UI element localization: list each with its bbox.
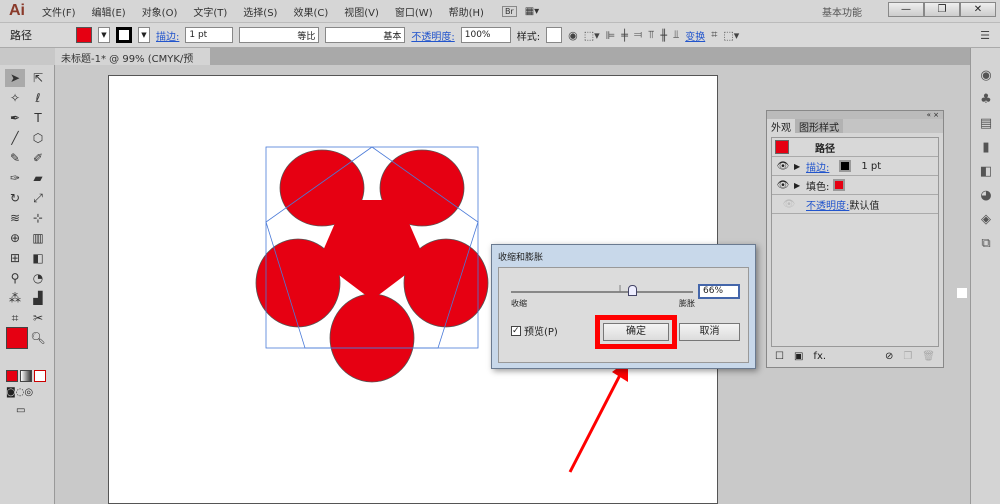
checkbox-check-icon[interactable]: ✓ [511, 325, 521, 336]
expand-icon[interactable]: ▶ [794, 181, 806, 190]
panel-footer: ☐ ▣ fx. ⊘ ❐ 🗑︎ [767, 351, 943, 362]
stroke-row-swatch[interactable] [839, 160, 852, 172]
tools-panel: ➤ ⇱ ✧ ℓ ✒ T ╱ ⬡ ✎ ✐ ✑ ▰ ↻ ⤢ ≋ ⊹ ⊕ ▥ ⊞ ◧ … [0, 65, 55, 504]
tab-appearance[interactable]: 外观 [767, 119, 795, 134]
tab-graphic-styles[interactable]: 图形样式 [795, 119, 843, 134]
appearance-panel: « × 外观 图形样式 路径 👁︎ ▶ 描边: 1 pt 👁︎ ▶ 填色: 👁︎ 不… [766, 110, 944, 368]
clear-appearance-icon[interactable]: ⊘ [885, 351, 893, 362]
color-mode-buttons [6, 370, 46, 382]
amount-input[interactable]: 66% [698, 284, 740, 299]
opacity-row-label[interactable]: 不透明度: [806, 197, 849, 212]
graph-tool-icon[interactable]: ▟ [28, 289, 48, 307]
scrollbar-thumb[interactable] [957, 288, 967, 298]
appearance-list: 路径 👁︎ ▶ 描边: 1 pt 👁︎ ▶ 填色: 👁︎ 不透明度: 默认值 [771, 137, 939, 347]
preview-label: 预览(P) [524, 327, 558, 338]
panel-dock: ◉ ♣ ▤ ▮ ◧ ◕ ◈ ⧉ [957, 48, 1000, 504]
eye-icon[interactable]: 👁︎ [772, 199, 806, 210]
eye-icon[interactable]: 👁︎ [772, 180, 794, 191]
ok-button[interactable]: 确定 [595, 315, 677, 349]
slider-center-tick: | [619, 285, 622, 292]
symbol-sprayer-icon[interactable]: ⁂ [5, 289, 25, 307]
none-button[interactable] [34, 370, 46, 382]
blend-tool-icon[interactable]: ◔ [28, 269, 48, 287]
add-fill-icon[interactable]: ▣ [794, 351, 803, 362]
fx-button[interactable]: fx. [813, 351, 826, 362]
eye-icon[interactable]: 👁︎ [772, 161, 794, 172]
lasso-icon[interactable]: ℓ [28, 89, 48, 107]
magic-wand-icon[interactable]: ✧ [5, 89, 25, 107]
bloat-label: 膨胀 [679, 299, 695, 308]
color-button[interactable] [6, 370, 18, 382]
pucker-bloat-dialog: 收缩和膨胀 | 66% 收缩 膨胀 ✓ 预览(P) 确定 取消 [491, 244, 756, 369]
stroke-row-value: 1 pt [861, 160, 882, 172]
eyedropper-icon[interactable]: ⚲ [5, 269, 25, 287]
screen-mode-icon[interactable]: ▭ [16, 405, 25, 416]
line-tool-icon[interactable]: ╱ [5, 129, 25, 147]
pen-tool-icon[interactable]: ✒ [5, 109, 25, 127]
stroke-row[interactable]: 👁︎ ▶ 描边: 1 pt [772, 157, 938, 176]
preview-checkbox[interactable]: ✓ 预览(P) [511, 323, 558, 338]
gradient-button[interactable] [20, 370, 32, 382]
fill-row-swatch[interactable] [833, 179, 846, 191]
dock-icons[interactable]: ◉ ♣ ▤ ▮ ◧ ◕ ◈ ⧉ [978, 64, 994, 256]
amount-slider[interactable] [511, 291, 693, 293]
flower-shape[interactable] [255, 149, 489, 383]
warp-tool-icon[interactable]: ≋ [5, 209, 25, 227]
blob-brush-icon[interactable]: ✑ [5, 169, 25, 187]
shape-builder-icon[interactable]: ⊕ [5, 229, 25, 247]
fill-row[interactable]: 👁︎ ▶ 填色: [772, 176, 938, 195]
panel-tabs: 外观 图形样式 [767, 119, 943, 134]
expand-icon[interactable]: ▶ [794, 162, 806, 171]
eraser-icon[interactable]: ▰ [28, 169, 48, 187]
mesh-tool-icon[interactable]: ⊞ [5, 249, 25, 267]
fill-color-swatch[interactable] [6, 327, 28, 349]
scale-tool-icon[interactable]: ⤢ [28, 189, 48, 207]
object-type: 路径 [815, 143, 835, 155]
dialog-title: 收缩和膨胀 [498, 253, 544, 263]
slice-tool-icon[interactable]: ✂ [28, 309, 48, 327]
duplicate-icon[interactable]: ❐ [903, 351, 912, 362]
add-stroke-icon[interactable]: ☐ [775, 351, 784, 362]
free-transform-icon[interactable]: ⊹ [28, 209, 48, 227]
cancel-button[interactable]: 取消 [679, 323, 740, 341]
stroke-row-label[interactable]: 描边: [806, 159, 829, 174]
fill-row-label: 填色: [806, 181, 830, 193]
paintbrush-icon[interactable]: ✎ [5, 149, 25, 167]
delete-icon[interactable]: 🗑︎ [922, 351, 935, 362]
panel-header: « × [767, 111, 943, 119]
opacity-row[interactable]: 👁︎ 不透明度: 默认值 [772, 195, 938, 214]
slider-thumb[interactable] [628, 285, 637, 296]
pencil-icon[interactable]: ✐ [28, 149, 48, 167]
draw-mode-icons[interactable]: ◙◌◎ [6, 387, 33, 398]
type-tool-icon[interactable]: T [28, 109, 48, 127]
artboard-tool-icon[interactable]: ⌗ [5, 309, 25, 327]
appearance-title-row: 路径 [772, 138, 938, 157]
shape-tool-icon[interactable]: ⬡ [28, 129, 48, 147]
gradient-tool-icon[interactable]: ◧ [28, 249, 48, 267]
pucker-label: 收缩 [511, 299, 527, 308]
rotate-tool-icon[interactable]: ↻ [5, 189, 25, 207]
selection-tool-icon[interactable]: ➤ [5, 69, 25, 87]
perspective-grid-icon[interactable]: ▥ [28, 229, 48, 247]
annotation-arrow-up [568, 374, 622, 473]
zoom-tool-icon[interactable]: 🔍︎ [28, 329, 48, 347]
direct-selection-tool-icon[interactable]: ⇱ [28, 69, 48, 87]
object-thumbnail [775, 140, 789, 154]
opacity-row-value: 默认值 [849, 200, 880, 212]
